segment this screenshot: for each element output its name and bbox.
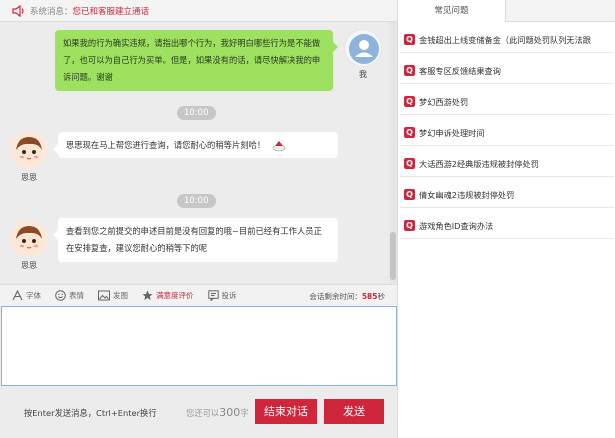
rating-button[interactable]: 满意度评价: [142, 290, 194, 301]
message-input[interactable]: [1, 306, 397, 386]
faq-item-text: 大话西游2经典版违规被封停处罚: [419, 158, 539, 169]
faq-item[interactable]: Q 大话西游2经典版违规被封停处罚: [400, 151, 614, 177]
system-message-text: 您已和客服建立通话: [72, 6, 150, 17]
remaining-prefix: 您还可以: [186, 408, 220, 418]
send-hint: 按Enter发送消息，Ctrl+Enter换行: [24, 408, 157, 418]
faq-item-text: 游戏角色ID查询办法: [419, 220, 494, 231]
faq-item[interactable]: Q 游戏角色ID查询办法: [400, 213, 614, 239]
question-badge-icon: Q: [404, 220, 415, 231]
agent-message-bubble: 查看到您之前提交的申述目前是没有回复的哦~目前已经有工作人员正 在安排复查，建议…: [53, 218, 338, 262]
faq-item[interactable]: Q 客服专区反馈结果查询: [400, 58, 614, 84]
emoji-sticker-icon: [272, 140, 286, 151]
remaining-chars: 您还可以300字: [186, 406, 249, 419]
timer-label: 会话剩余时间：: [309, 292, 362, 301]
time-divider: 10:00: [177, 194, 216, 208]
agent-face-icon: [16, 137, 42, 165]
complaint-icon: [207, 290, 219, 301]
scrollbar-thumb[interactable]: [390, 232, 396, 280]
system-message-label: 系统消息：: [30, 6, 73, 17]
agent-nickname: 思思: [21, 173, 37, 182]
faq-panel: 常见问题 Q 金钱超出上线变储备金（此问题处罚队列无法跟 Q 客服专区反馈结果查询 …: [397, 0, 615, 438]
question-badge-icon: Q: [404, 127, 415, 138]
agent-nickname: 思思: [21, 261, 37, 270]
faq-item-text: 金钱超出上线变储备金（此问题处罚队列无法跟: [419, 34, 591, 45]
message-text: 思思现在马上帮您进行查询，请您耐心的稍等片刻哈！: [66, 140, 266, 150]
agent-message-bubble: 思思现在马上帮您进行查询，请您耐心的稍等片刻哈！: [53, 132, 338, 158]
faq-item-text: 梦幻申诉处理时间: [419, 127, 485, 138]
chat-scrollbar[interactable]: [389, 22, 397, 284]
end-chat-button[interactable]: 结束对话: [255, 399, 317, 424]
my-nickname: 我: [359, 70, 367, 79]
remaining-suffix: 字: [240, 408, 249, 418]
faq-item-text: 客服专区反馈结果查询: [419, 65, 501, 76]
message-line: 了，也可以为自己行为买单。但是，如果没有的话，请尽快解决我的申: [63, 55, 321, 65]
timer-unit: 秒: [377, 292, 386, 301]
question-badge-icon: Q: [404, 96, 415, 107]
chat-panel: 系统消息： 您已和客服建立通话 如果我的行为确实违规，请指出哪个行为，我好明白哪…: [0, 0, 397, 438]
smiley-icon: [55, 290, 66, 301]
faq-item-text: 倩女幽魂2违规被封停处罚: [419, 189, 515, 200]
question-badge-icon: Q: [404, 158, 415, 169]
session-timer: 会话剩余时间：585秒: [309, 291, 385, 302]
emoji-button[interactable]: 表情: [55, 290, 84, 301]
font-button[interactable]: 字体: [12, 290, 41, 301]
faq-item[interactable]: Q 金钱超出上线变储备金（此问题处罚队列无法跟: [400, 27, 614, 53]
emoji-label: 表情: [69, 291, 84, 300]
tab-faq[interactable]: 常见问题: [398, 0, 506, 22]
complaint-button[interactable]: 投诉: [207, 290, 237, 301]
bottom-bar: 按Enter发送消息，Ctrl+Enter换行 您还可以300字 结束对话 发送: [0, 387, 397, 438]
image-label: 发图: [113, 291, 128, 300]
time-divider: 10:00: [177, 106, 216, 120]
star-icon: [142, 290, 153, 300]
system-message-bar: 系统消息： 您已和客服建立通话: [0, 0, 397, 22]
agent-avatar: [10, 220, 48, 258]
faq-item[interactable]: Q 梦幻西游处罚: [400, 89, 614, 115]
rating-label: 满意度评价: [156, 291, 194, 300]
timer-value: 585: [361, 292, 378, 301]
message-line: 查看到您之前提交的申述目前是没有回复的哦~目前已经有工作人员正: [66, 226, 322, 236]
faq-item[interactable]: Q 倩女幽魂2违规被封停处罚: [400, 182, 614, 208]
send-button[interactable]: 发送: [324, 399, 384, 424]
my-avatar: [344, 29, 382, 67]
agent-face-icon: [16, 226, 42, 254]
my-message-bubble: 如果我的行为确实违规，请指出哪个行为，我好明白哪些行为是不能做 了，也可以为自己…: [55, 30, 338, 91]
image-icon: [98, 290, 110, 301]
message-list[interactable]: 如果我的行为确实违规，请指出哪个行为，我好明白哪些行为是不能做 了，也可以为自己…: [0, 22, 397, 284]
agent-avatar: [10, 131, 48, 169]
question-badge-icon: Q: [404, 34, 415, 45]
faq-list: Q 金钱超出上线变储备金（此问题处罚队列无法跟 Q 客服专区反馈结果查询 Q 梦幻西游…: [398, 27, 615, 244]
send-image-button[interactable]: 发图: [98, 290, 128, 301]
speaker-icon: [12, 4, 24, 17]
message-line: 在安排复查，建议您耐心的稍等下的呢: [66, 243, 208, 253]
message-line: 如果我的行为确实违规，请指出哪个行为，我好明白哪些行为是不能做: [63, 38, 321, 48]
font-icon: [12, 290, 23, 301]
remaining-count: 300: [219, 406, 241, 419]
font-label: 字体: [26, 291, 41, 300]
user-silhouette-icon: [349, 34, 379, 64]
message-line: 诉问题。谢谢: [63, 72, 113, 82]
complaint-label: 投诉: [221, 291, 237, 300]
faq-tab-bar: 常见问题: [398, 0, 615, 22]
input-toolbar: 字体 表情 发图 满意度评价 投诉 会话剩余时间：585秒: [0, 284, 397, 306]
faq-item-text: 梦幻西游处罚: [419, 96, 469, 107]
question-badge-icon: Q: [404, 189, 415, 200]
faq-item[interactable]: Q 梦幻申诉处理时间: [400, 120, 614, 146]
question-badge-icon: Q: [404, 65, 415, 76]
